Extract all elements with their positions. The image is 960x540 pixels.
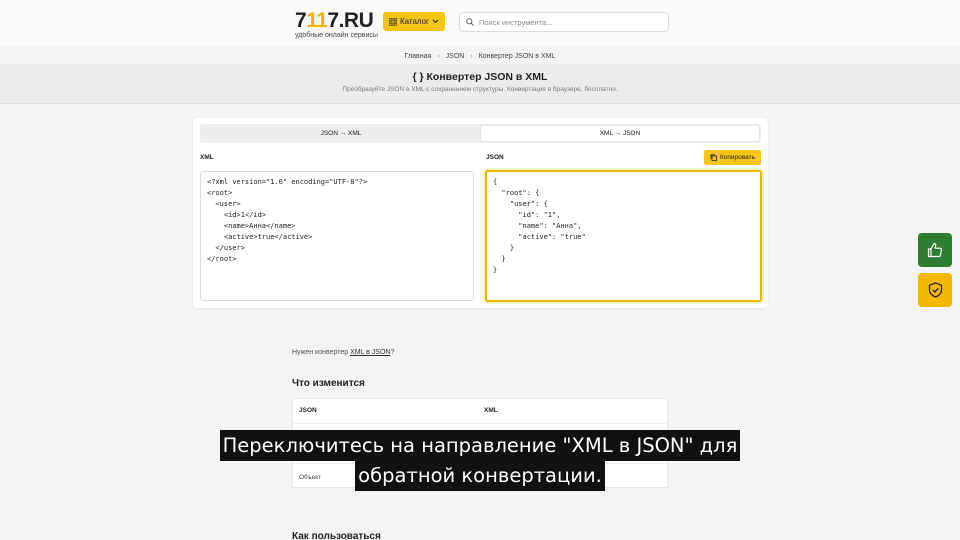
breadcrumb-current: Конвертер JSON в XML <box>478 53 556 60</box>
page-subtitle: Преобразуйте JSON в XML с сохранением ст… <box>342 86 618 93</box>
video-caption-line-1: Переключитесь на направление "XML в JSON… <box>0 430 960 461</box>
search-box[interactable] <box>459 12 669 32</box>
shield-button[interactable] <box>918 273 952 307</box>
column-header-xml: XML <box>484 407 498 414</box>
chevron-right-icon: › <box>470 53 473 60</box>
json-panel-label: JSON <box>486 154 504 161</box>
catalog-button[interactable]: Каталог <box>383 12 445 31</box>
column-header-json: JSON <box>299 407 317 414</box>
video-caption-line-2: обратной конвертации. <box>0 460 960 491</box>
table-divider <box>293 423 667 424</box>
breadcrumb-json[interactable]: JSON <box>446 53 465 60</box>
catalog-label: Каталог <box>399 17 430 26</box>
hero-band <box>0 64 960 104</box>
shield-check-icon <box>928 282 942 298</box>
direction-tabs: JSON → XML XML → JSON <box>200 124 761 143</box>
like-button[interactable] <box>918 233 952 267</box>
json-output[interactable]: { "root": { "user": { "id": "1", "name":… <box>485 170 762 302</box>
copy-button[interactable]: Копировать <box>704 150 761 165</box>
reverse-hint: Нужен конвертер XML в JSON? <box>292 349 395 356</box>
tab-xml-to-json[interactable]: XML → JSON <box>481 126 759 141</box>
breadcrumb-home[interactable]: Главная <box>405 53 432 60</box>
search-icon <box>466 18 474 26</box>
copy-label: Копировать <box>720 154 755 161</box>
page-title-text: Конвертер JSON в XML <box>426 71 548 83</box>
logo-tagline: удобные онлайн сервисы <box>295 32 378 39</box>
tab-json-to-xml[interactable]: JSON → XML <box>202 126 480 141</box>
site-header: 7117.RU удобные онлайн сервисы Каталог <box>0 0 960 46</box>
grid-icon <box>388 17 397 26</box>
search-input[interactable] <box>479 17 659 27</box>
xml-to-json-link[interactable]: XML в JSON <box>350 349 390 356</box>
converter-card: JSON → XML XML → JSON XML JSON Копироват… <box>193 118 768 308</box>
copy-icon <box>710 154 717 161</box>
how-to-heading: Как пользоваться <box>292 531 381 540</box>
changes-heading: Что изменится <box>292 378 365 389</box>
site-logo[interactable]: 7117.RU удобные онлайн сервисы <box>295 10 378 39</box>
chevron-down-icon <box>432 19 439 24</box>
chevron-right-icon: › <box>437 53 440 60</box>
xml-panel-label: XML <box>200 154 214 161</box>
braces-icon: { } <box>412 71 424 83</box>
logo-text: 7117.RU <box>295 9 374 32</box>
xml-input[interactable]: <?xml version="1.0" encoding="UTF-8"?> <… <box>200 171 474 301</box>
thumbs-up-icon <box>927 242 943 258</box>
page-title: { } Конвертер JSON в XML <box>0 71 960 83</box>
breadcrumb: Главная › JSON › Конвертер JSON в XML <box>0 53 960 60</box>
